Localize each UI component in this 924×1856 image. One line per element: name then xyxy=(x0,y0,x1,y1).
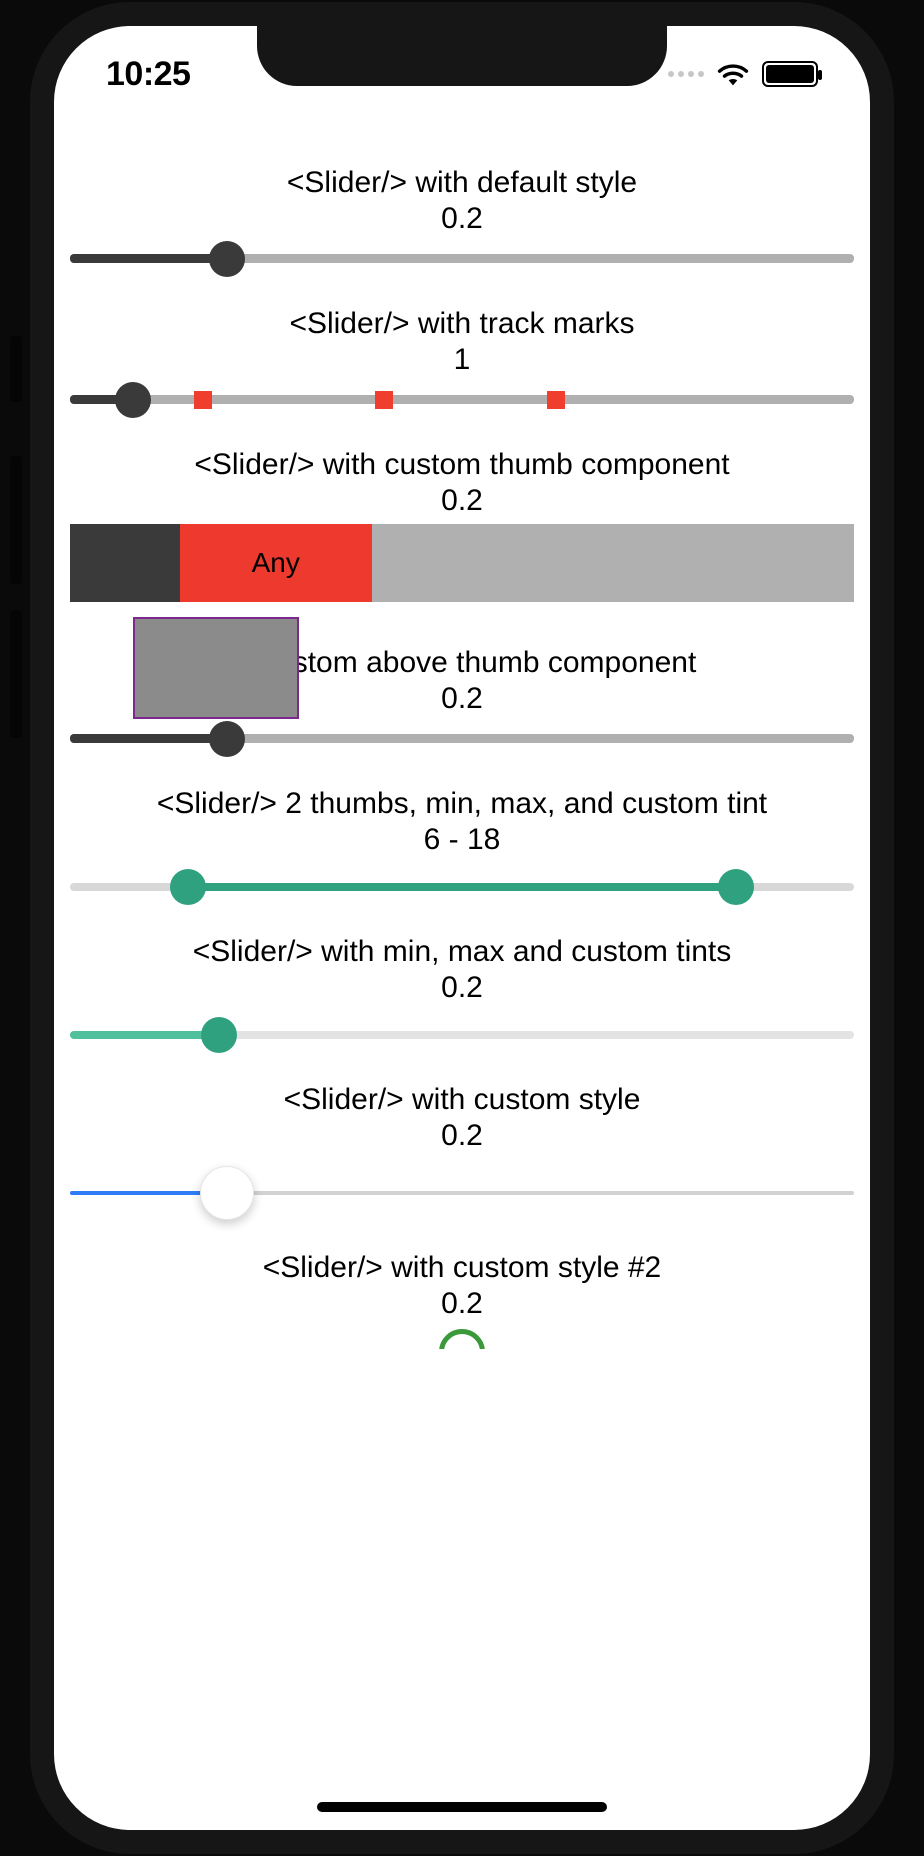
slider-track xyxy=(70,734,854,743)
track-mark xyxy=(375,391,393,409)
slider-thumb[interactable] xyxy=(209,241,245,277)
slider-title: <Slider/> with min, max and custom tints xyxy=(70,935,854,969)
slider-tints[interactable] xyxy=(70,1031,854,1039)
status-right xyxy=(668,61,818,87)
slider-section-tints: <Slider/> with min, max and custom tints… xyxy=(70,891,854,1039)
home-indicator[interactable] xyxy=(317,1802,607,1812)
slider-track-min xyxy=(70,734,227,743)
slider-title: <Slider/> with default style xyxy=(70,166,854,200)
slider-section-custom-style: <Slider/> with custom style 0.2 xyxy=(70,1039,854,1195)
track-mark xyxy=(194,391,212,409)
slider-track xyxy=(70,1191,854,1195)
slider-custom-style[interactable] xyxy=(70,1191,854,1195)
slider-track xyxy=(70,395,854,404)
slider-track-range xyxy=(188,883,737,891)
slider-value: 0.2 xyxy=(70,484,854,518)
slider-section-custom-thumb: <Slider/> with custom thumb component 0.… xyxy=(70,404,854,602)
slider-track: Any xyxy=(70,524,854,602)
slider-section-trackmarks: <Slider/> with track marks 1 xyxy=(70,263,854,404)
slider-track-min xyxy=(70,1031,219,1039)
slider-thumb-hi[interactable] xyxy=(718,869,754,905)
slider-title: <Slider/> with track marks xyxy=(70,307,854,341)
notch xyxy=(257,26,667,86)
slider-above-thumb[interactable] xyxy=(70,734,854,743)
slider-thumb-custom[interactable]: Any xyxy=(180,524,372,602)
wifi-icon xyxy=(716,61,750,87)
slider-track xyxy=(70,254,854,263)
slider-value: 0.2 xyxy=(70,1287,854,1321)
track-mark xyxy=(547,391,565,409)
slider-value: 0.2 xyxy=(70,971,854,1005)
slider-thumb[interactable] xyxy=(200,1166,254,1220)
slider-section-above-thumb: th custom above thumb component 0.2 xyxy=(70,602,854,743)
volume-up-button xyxy=(10,456,22,584)
slider-track xyxy=(70,1031,854,1039)
slider-value: 6 - 18 xyxy=(70,823,854,857)
slider-trackmarks[interactable] xyxy=(70,395,854,404)
slider-title: <Slider/> with custom style #2 xyxy=(70,1251,854,1285)
slider-value: 0.2 xyxy=(70,202,854,236)
slider-section-default: <Slider/> with default style 0.2 xyxy=(70,122,854,263)
slider-default[interactable] xyxy=(70,254,854,263)
slider-thumb-lo[interactable] xyxy=(170,869,206,905)
slider-thumb[interactable] xyxy=(209,721,245,757)
slider-title: <Slider/> with custom style xyxy=(70,1083,854,1117)
slider-thumb[interactable] xyxy=(115,382,151,418)
phone-frame: 10:25 <Slider/> with default style 0.2 xyxy=(30,2,894,1854)
slider-value: 1 xyxy=(70,343,854,377)
cell-signal-icon xyxy=(668,71,704,77)
phone-screen: 10:25 <Slider/> with default style 0.2 xyxy=(54,26,870,1830)
volume-down-button xyxy=(10,610,22,738)
slider-value: 0.2 xyxy=(70,1119,854,1153)
slider-custom-thumb[interactable]: Any xyxy=(70,524,854,602)
above-thumb-box xyxy=(133,617,299,719)
mute-switch xyxy=(10,336,22,402)
slider-title: <Slider/> with custom thumb component xyxy=(70,448,854,482)
slider-track-min xyxy=(70,254,227,263)
slider-section-two-thumbs: <Slider/> 2 thumbs, min, max, and custom… xyxy=(70,743,854,891)
thumb-label: Any xyxy=(252,547,300,579)
slider-thumb[interactable] xyxy=(201,1017,237,1053)
slider-section-custom-style-2: <Slider/> with custom style #2 0.2 xyxy=(70,1195,854,1349)
battery-icon xyxy=(762,61,818,87)
scroll-content[interactable]: <Slider/> with default style 0.2 <Slider… xyxy=(54,122,870,1830)
slider-thumb-arc-peek[interactable] xyxy=(439,1329,485,1349)
slider-range[interactable] xyxy=(70,883,854,891)
slider-track xyxy=(70,883,854,891)
status-time: 10:25 xyxy=(106,55,190,94)
slider-title: <Slider/> 2 thumbs, min, max, and custom… xyxy=(70,787,854,821)
